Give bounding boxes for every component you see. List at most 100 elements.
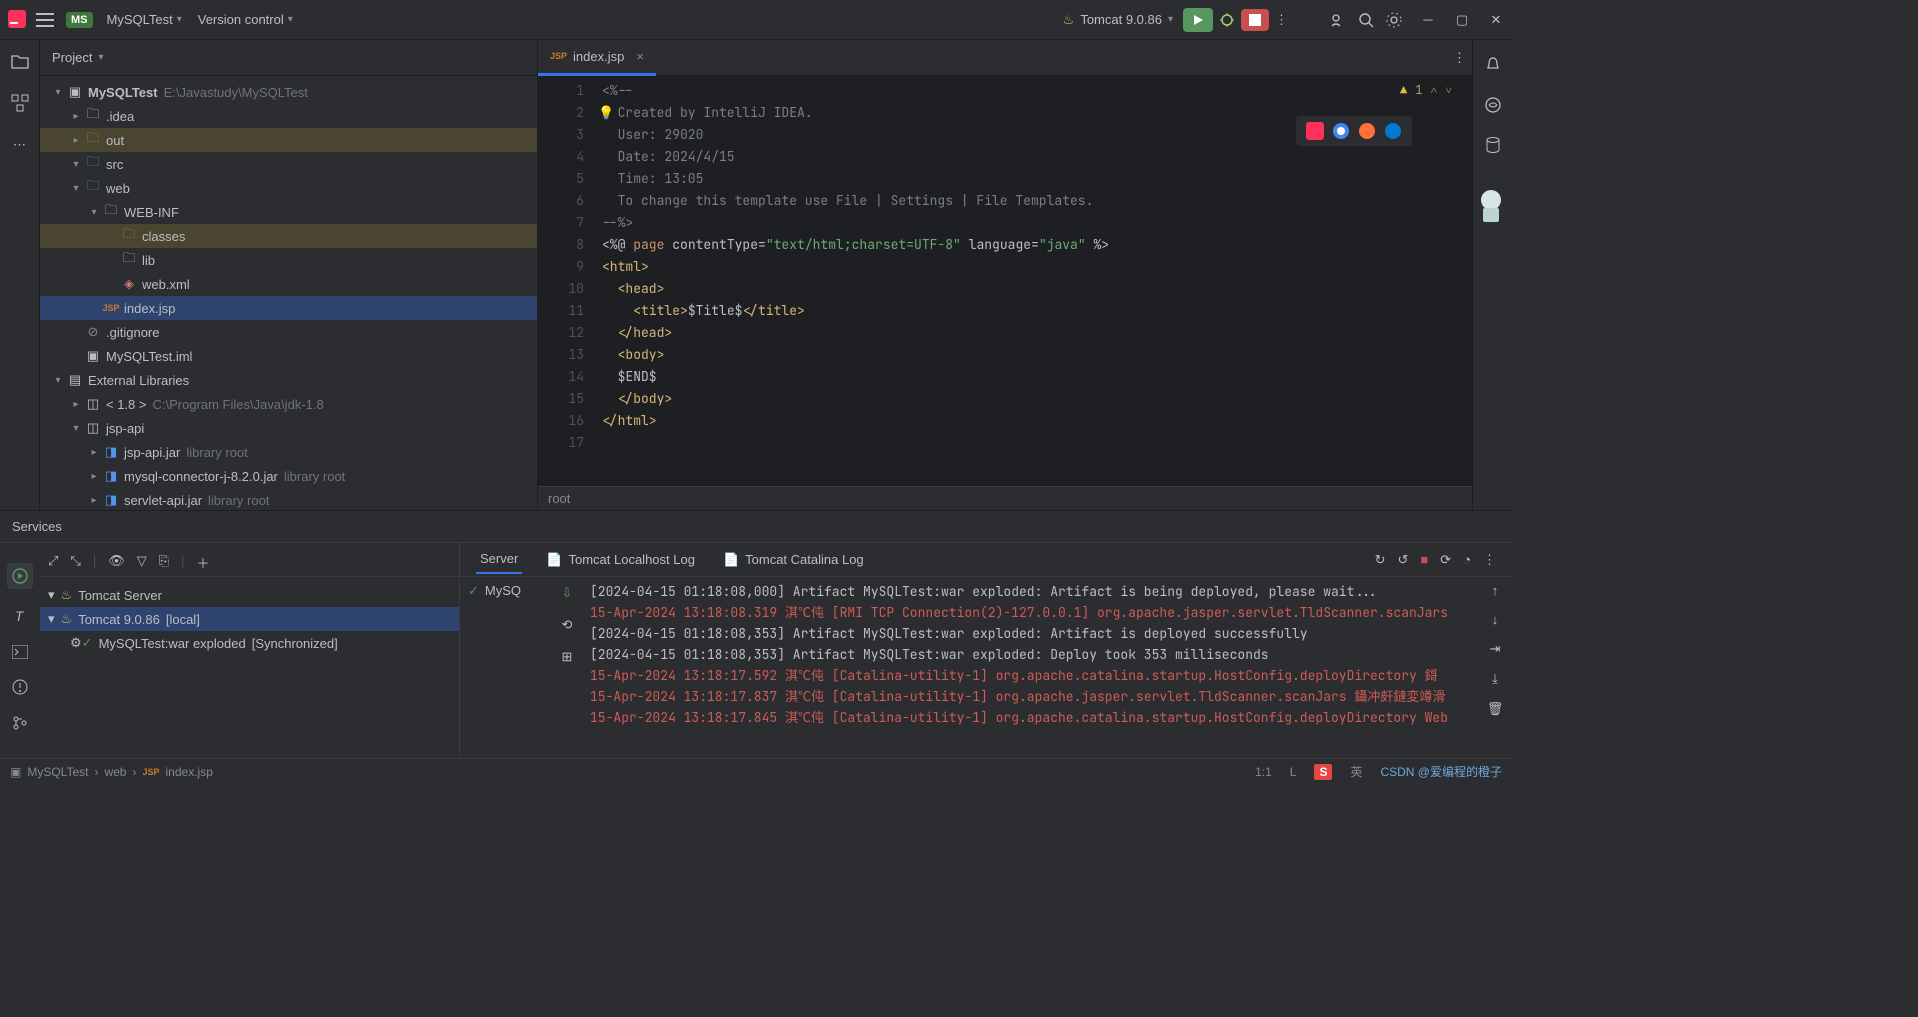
svc-artifact[interactable]: ⚙✓MySQLTest:war exploded[Synchronized] [40, 631, 459, 655]
line-sep[interactable]: L [1290, 765, 1297, 779]
nav-breadcrumb[interactable]: ▣ MySQLTest› web› JSP index.jsp [10, 765, 213, 779]
services-run-icon[interactable] [7, 563, 33, 589]
tab-localhost-log[interactable]: 📄Tomcat Localhost Log [542, 546, 699, 574]
tree-iml[interactable]: ▣MySQLTest.iml [40, 344, 537, 368]
tree-src[interactable]: ▾🗀src [40, 152, 537, 176]
tree-web[interactable]: ▾🗀web [40, 176, 537, 200]
run-config-dropdown[interactable]: ♨Tomcat 9.0.86▾ [1053, 8, 1183, 32]
code-with-me-icon[interactable] [1324, 6, 1352, 34]
tree-extlib[interactable]: ▾▤External Libraries [40, 368, 537, 392]
refresh-icon[interactable]: ⟲ [562, 617, 573, 633]
rerun-icon[interactable]: ↻ [1375, 552, 1386, 568]
stop-button[interactable] [1241, 9, 1269, 31]
scroll-up-icon[interactable]: ↑ [1492, 583, 1499, 598]
dashboard-icon[interactable]: ◔ [1463, 552, 1471, 568]
chevron-right-icon[interactable]: ▸ [86, 495, 102, 506]
text-icon[interactable]: 𝑇 [16, 609, 24, 625]
editor-body[interactable]: 1234567891011121314151617 <%-- Created b… [538, 76, 1472, 486]
restart-icon[interactable]: ⟳ [1440, 552, 1451, 568]
rerun-debug-icon[interactable]: ↺ [1397, 552, 1408, 568]
tree-classes[interactable]: 🗀classes [40, 224, 537, 248]
settings-icon[interactable] [1380, 6, 1408, 34]
project-panel-header[interactable]: Project ▾ [40, 40, 537, 76]
tree-idea[interactable]: ▸🗀.idea [40, 104, 537, 128]
more-tool-icon[interactable]: ⋯ [9, 134, 31, 156]
edge-icon[interactable] [1384, 122, 1402, 140]
add-service-icon[interactable]: ＋ [197, 553, 210, 572]
close-button[interactable]: ✕ [1488, 12, 1504, 28]
collapse-all-icon[interactable]: ⤡ [70, 553, 80, 572]
tree-webinf[interactable]: ▾🗀WEB-INF [40, 200, 537, 224]
tree-out[interactable]: ▸🗀out [40, 128, 537, 152]
chevron-right-icon[interactable]: ▸ [68, 399, 84, 410]
chevron-down-icon[interactable]: ▾ [68, 159, 84, 170]
terminal-icon[interactable] [12, 645, 28, 659]
chevron-down-icon[interactable]: ▾ [86, 207, 102, 218]
ime-label[interactable]: 英 [1350, 763, 1362, 780]
tree-lib[interactable]: 🗀lib [40, 248, 537, 272]
scroll-down-icon[interactable]: ↓ [1492, 612, 1499, 627]
minimize-button[interactable]: ─ [1420, 12, 1436, 28]
problems-icon[interactable] [12, 679, 28, 695]
soft-wrap-icon[interactable]: ⇥ [1490, 641, 1501, 657]
tree-jar[interactable]: ▸◨servlet-api.jarlibrary root [40, 488, 537, 510]
vcs-dropdown[interactable]: Version control▾ [190, 8, 301, 31]
notifications-icon[interactable] [1484, 56, 1502, 74]
chevron-down-icon[interactable]: ▾ [50, 87, 66, 98]
clear-icon[interactable]: 🗑 [1487, 701, 1504, 717]
down-icon[interactable]: ˅ [1445, 82, 1452, 98]
svc-tomcat-server[interactable]: ▾♨Tomcat Server [40, 583, 459, 607]
search-icon[interactable] [1352, 6, 1380, 34]
structure-tool-icon[interactable] [9, 92, 31, 114]
main-menu-icon[interactable] [36, 13, 54, 27]
chevron-down-icon[interactable]: ▾ [68, 183, 84, 194]
tree-jdk[interactable]: ▸◫< 1.8 >C:\Program Files\Java\jdk-1.8 [40, 392, 537, 416]
firefox-icon[interactable] [1358, 122, 1376, 140]
chevron-right-icon[interactable]: ▸ [68, 135, 84, 146]
log-output[interactable]: [2024-04-15 01:18:08,000] Artifact MySQL… [584, 577, 1478, 758]
database-icon[interactable] [1484, 136, 1502, 154]
vcs-icon[interactable] [12, 715, 28, 731]
more-actions-icon[interactable]: ⋮ [1269, 6, 1294, 34]
show-icon[interactable]: 👁 [108, 553, 125, 572]
chevron-down-icon[interactable]: ▾ [50, 375, 66, 386]
tree-jar[interactable]: ▸◨jsp-api.jarlibrary root [40, 440, 537, 464]
close-tab-icon[interactable]: × [636, 49, 644, 64]
svc-tomcat-instance[interactable]: ▾♨Tomcat 9.0.86[local] [40, 607, 459, 631]
expand-all-icon[interactable]: ⤢ [48, 553, 58, 572]
tree-gitignore[interactable]: ⊘.gitignore [40, 320, 537, 344]
more-svc-icon[interactable]: ⋮ [1483, 552, 1496, 568]
tree-jar[interactable]: ▸◨mysql-connector-j-8.2.0.jarlibrary roo… [40, 464, 537, 488]
project-tool-icon[interactable] [9, 50, 31, 72]
chevron-right-icon[interactable]: ▸ [86, 471, 102, 482]
chevron-down-icon[interactable]: ▾ [48, 611, 55, 627]
tab-catalina-log[interactable]: 📄Tomcat Catalina Log [719, 546, 868, 574]
chrome-icon[interactable] [1332, 122, 1350, 140]
project-dropdown[interactable]: MySQLTest▾ [99, 8, 190, 31]
debug-button[interactable] [1213, 6, 1241, 34]
intention-bulb-icon[interactable]: 💡 [598, 104, 614, 121]
chevron-right-icon[interactable]: ▸ [86, 447, 102, 458]
services-header[interactable]: Services [0, 511, 1512, 543]
group-icon[interactable]: ⎘ [159, 553, 169, 572]
inspection-badge[interactable]: ▲1˄˅ [1400, 82, 1452, 98]
tree-webxml[interactable]: ◈web.xml [40, 272, 537, 296]
chevron-down-icon[interactable]: ▾ [48, 587, 55, 603]
tree-root[interactable]: ▾▣MySQLTestE:\Javastudy\MySQLTest [40, 80, 537, 104]
filter-icon[interactable]: ▽ [137, 553, 147, 572]
deploy-icon[interactable]: ⇩ [562, 585, 573, 601]
caret-pos[interactable]: 1:1 [1255, 765, 1272, 779]
chevron-down-icon[interactable]: ▾ [68, 423, 84, 434]
tab-server[interactable]: Server [476, 545, 522, 574]
ime-widget[interactable]: S [1314, 764, 1332, 780]
intellij-browser-icon[interactable] [1306, 122, 1324, 140]
run-button[interactable] [1183, 8, 1213, 32]
artifacts-icon[interactable]: ⊞ [562, 649, 573, 665]
tab-more-icon[interactable]: ⋮ [1447, 44, 1472, 72]
ai-icon[interactable] [1484, 96, 1502, 114]
chevron-right-icon[interactable]: ▸ [68, 111, 84, 122]
scroll-end-icon[interactable]: ⤓ [1492, 671, 1498, 687]
up-icon[interactable]: ˄ [1430, 82, 1437, 98]
tree-jspapi[interactable]: ▾◫jsp-api [40, 416, 537, 440]
editor-tab[interactable]: JSP index.jsp × [538, 40, 656, 76]
